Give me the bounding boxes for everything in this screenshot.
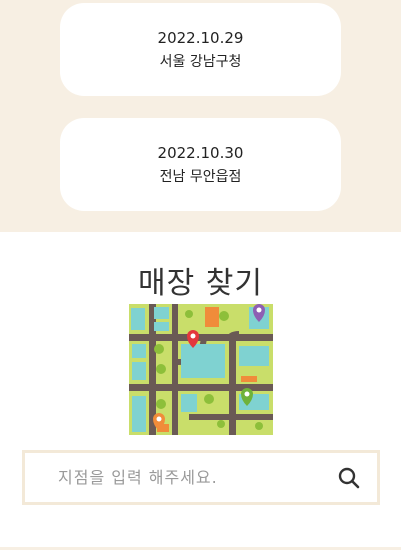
search-icon <box>338 467 360 488</box>
store-search-input[interactable] <box>25 453 321 502</box>
event-store-name: 서울 강남구청 <box>159 53 242 70</box>
event-section: 2022.10.29 서울 강남구청 2022.10.30 전남 무안읍점 <box>0 0 401 232</box>
event-date: 2022.10.29 <box>157 28 244 47</box>
search-button[interactable] <box>321 453 377 502</box>
event-card[interactable]: 2022.10.29 서울 강남구청 <box>60 3 341 96</box>
store-search-box <box>22 450 380 505</box>
event-store-name: 전남 무안읍점 <box>159 168 242 185</box>
event-card[interactable]: 2022.10.30 전남 무안읍점 <box>60 118 341 211</box>
map-illustration <box>129 304 273 435</box>
event-date: 2022.10.30 <box>157 143 244 162</box>
store-finder-title: 매장 찾기 <box>138 266 263 301</box>
